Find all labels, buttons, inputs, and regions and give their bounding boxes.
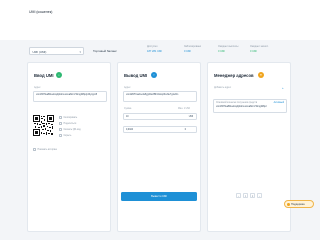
add-address-link[interactable]: Добавить адрес <box>214 87 231 89</box>
chat-icon <box>287 203 290 206</box>
amount-input[interactable]: 10 UMI <box>123 113 197 120</box>
checkbox-icon <box>33 148 36 151</box>
hide-option[interactable]: Скрыть <box>59 134 71 137</box>
next-page-button[interactable]: › <box>257 193 262 198</box>
fee-currency: 0 <box>184 128 186 131</box>
stat-value: 0 UMI <box>184 49 191 53</box>
stat-value: 0 UMI <box>250 49 257 53</box>
amount-value: 10 <box>126 115 129 118</box>
stat-value: 187 281 UMI <box>147 49 162 53</box>
share-icon <box>59 122 62 125</box>
copy-icon <box>59 116 62 119</box>
download-qr-option[interactable]: Скачать QR-код <box>59 128 81 131</box>
download-icon <box>59 128 62 131</box>
withdraw-address-label: Адрес <box>124 87 131 89</box>
book-icon: ≡ <box>258 72 264 78</box>
option-label: Скрыть <box>63 135 72 138</box>
history-toggle[interactable]: Показать историю <box>33 148 57 151</box>
deposit-address-label: Адрес <box>34 87 41 89</box>
page-title: UMI (кошелек) <box>29 10 53 14</box>
withdraw-card: Вывод UMI ↑ Адрес umi1k87fma2ne4s8yjp0tw… <box>117 62 201 232</box>
stat-available: Доступно 187 281 UMI <box>147 45 162 53</box>
option-label: Скачать QR-код <box>63 129 81 132</box>
stat-pending-payout: Ожидает выплаты 0 UMI <box>218 45 238 53</box>
stat-label: Ожидает выплаты <box>218 45 239 48</box>
copy-address-option[interactable]: Скопировать <box>59 116 77 119</box>
stat-pending-deposit: Ожидает зачисл. 0 UMI <box>250 45 269 53</box>
page-button[interactable]: 2 <box>250 193 255 198</box>
wallet-select[interactable]: UMI (UMI) ▾ <box>29 47 84 55</box>
address-manager-card: Менеджер адресов ≡ Добавить адрес + Осно… <box>207 62 291 232</box>
address-item-tag: Активный <box>273 101 284 104</box>
support-label: Поддержка <box>291 203 305 206</box>
wallet-select-value: UMI (UMI) <box>32 50 47 54</box>
withdraw-title: Вывод UMI <box>124 73 148 78</box>
fee-field: 0,0024 0 <box>123 126 197 133</box>
amount-label: Сумма <box>124 108 132 110</box>
support-button[interactable]: Поддержка <box>284 200 314 208</box>
qr-code <box>33 115 54 136</box>
address-item-value: umi1h87fea89ve2xqdj4nkmuvsxa8cm74tmg4l8p… <box>216 105 267 108</box>
stat-locked: Заблокировано 0 UMI <box>184 45 201 53</box>
eye-off-icon <box>59 134 62 137</box>
prev-page-button[interactable]: ‹ <box>236 193 241 198</box>
stat-value: 0 UMI <box>218 49 225 53</box>
pagination: ‹ 1 2 › <box>236 193 262 198</box>
fee-value: 0,0024 <box>126 128 134 131</box>
stat-label: Доступно <box>147 45 158 48</box>
stat-label: Заблокировано <box>184 45 202 48</box>
option-label: Поделиться <box>63 123 77 126</box>
deposit-title: Ввод UMI <box>34 73 54 78</box>
withdraw-submit-button[interactable]: Вывести UMI <box>121 192 197 201</box>
stat-label: Ожидает зачисл. <box>250 45 269 48</box>
deposit-address-field[interactable]: umi1h87fea89ve2xqdj4nkmuvsxa8cm74tmg4l8p… <box>33 91 107 102</box>
chevron-down-icon: ▾ <box>79 49 81 54</box>
arrow-up-icon: ↑ <box>151 72 157 78</box>
share-address-option[interactable]: Поделиться <box>59 122 76 125</box>
withdraw-address-input[interactable]: umi1k87fma2ne4s8yjp0tw3l5hr2dxqz6cv9e7g1… <box>123 91 197 102</box>
address-manager-title: Менеджер адресов <box>214 73 254 78</box>
top-bar: UMI (кошелек) <box>0 0 320 40</box>
address-list-item[interactable]: Основной кошелек получения средств Актив… <box>213 99 287 113</box>
amount-currency: UMI <box>188 115 193 118</box>
page-button[interactable]: 1 <box>243 193 248 198</box>
deposit-card: Ввод UMI ↓ Адрес umi1h87fea89ve2xqdj4nkm… <box>27 62 111 232</box>
balance-label: Торговый баланс <box>93 49 117 53</box>
plus-icon[interactable]: + <box>282 86 284 90</box>
amount-hint: Мин. 1 UMI <box>178 108 190 110</box>
option-label: Скопировать <box>63 117 78 120</box>
history-label: Показать историю <box>37 149 57 152</box>
arrow-down-icon: ↓ <box>56 72 62 78</box>
